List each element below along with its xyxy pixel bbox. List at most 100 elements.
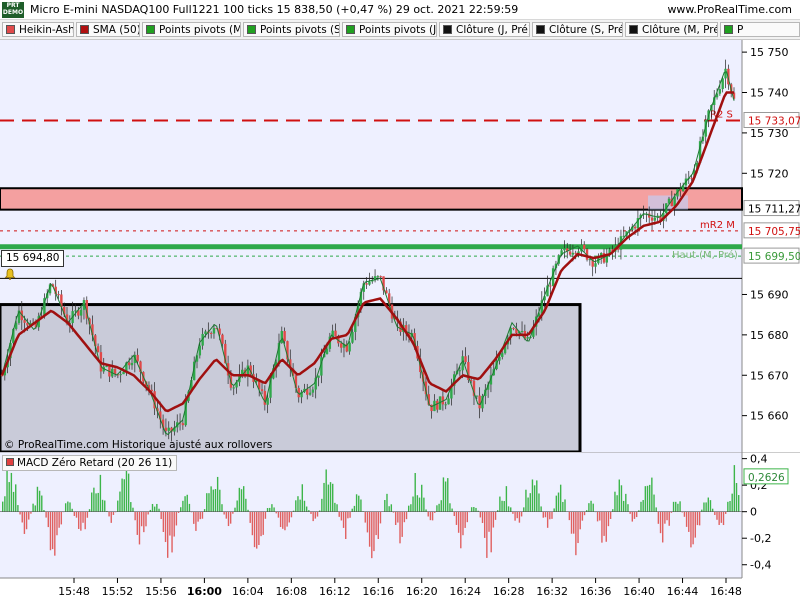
macd-bar [677,503,679,512]
alert-bell-icon[interactable] [4,268,16,280]
macd-bar [475,507,477,512]
macd-bar [119,491,121,512]
candle-body [339,343,343,348]
candle-body [167,427,170,431]
candle-body [520,331,524,333]
candle-body [563,248,566,251]
time-tick-label: 16:32 [536,585,568,598]
macd-bar [262,511,264,535]
macd-bar [394,511,397,525]
macd-bar [151,503,154,512]
macd-bar [284,511,286,531]
time-tick-label: 16:44 [667,585,699,598]
macd-legend[interactable]: MACD Zéro Retard (20 26 11) [2,455,178,471]
macd-bar [540,506,542,512]
legend-close-s[interactable]: Clôture (S, Pré) [532,22,623,37]
macd-bar [266,508,269,512]
macd-bar [620,485,623,512]
macd-bar [125,467,128,512]
macd-bar [646,485,649,512]
macd-bar [583,511,586,516]
p-swatch-icon [724,25,733,34]
macd-bar [618,479,620,512]
macd-bar [492,511,495,528]
macd-bar [34,505,36,512]
pivots-s-swatch-icon [247,25,256,34]
macd-bar [286,511,288,527]
macd-bar [553,508,555,512]
legend-sma[interactable]: SMA (50) [76,22,140,37]
macd-bar [631,511,634,522]
macd-bar [64,503,67,512]
macd-bar [386,493,388,512]
time-tick-label: 16:20 [406,585,438,598]
time-tick-label: 16:04 [232,585,264,598]
macd-bar [414,472,416,512]
macd-bar [379,511,382,524]
macd-bar [138,511,141,545]
legend-pivots-m[interactable]: Points pivots (M) [142,22,241,37]
candle-body [512,327,515,329]
macd-bar [436,505,438,512]
macd-bar [516,511,518,519]
macd-bar [219,489,221,512]
macd-chart[interactable]: 0,40,20-0,2-0,40,2626 15:48 15:52 15:56 16:… [0,452,800,600]
site-link[interactable]: www.ProRealTime.com [667,3,792,16]
macd-bar [622,500,625,512]
candle-body [280,331,283,343]
legend-pivots-j[interactable]: Points pivots (J) [342,22,437,37]
macd-bar [71,508,73,512]
macd-bar [167,511,169,558]
macd-bar [147,511,149,515]
pivots-j-swatch-icon [346,25,355,34]
macd-bar [184,496,186,512]
macd-bar [683,511,686,517]
legend-close-j[interactable]: Clôture (J, Pré) [439,22,530,37]
macd-bar [203,509,206,512]
macd-bar [651,477,653,512]
macd-bar [8,482,10,512]
macd-bar [321,498,323,512]
macd-bar [36,486,39,512]
legend-heikin-ashi[interactable]: Heikin-Ashi [2,22,74,37]
macd-bar [607,511,610,527]
macd-bar [366,511,369,533]
price-tick-label: 15 660 [750,410,789,423]
macd-bar [51,511,54,550]
candle-body [283,331,286,342]
macd-bar [373,511,375,552]
macd-bar [288,511,290,523]
macd-bar [171,511,173,553]
candle-body [136,354,139,362]
price-chart[interactable]: R2 S mR2 M Haut (M, Pré) 15 750 15 740 15 73… [0,40,800,452]
macd-bar [193,511,195,524]
macd-bar [173,511,175,537]
time-tick-label: 15:52 [102,585,134,598]
legend-p[interactable]: P [720,22,800,37]
candle-body [650,217,654,221]
macd-bar [15,484,17,512]
macd-bar [345,511,347,540]
macd-bar [130,502,132,512]
legend-close-m[interactable]: Clôture (M, Pré) [625,22,718,37]
macd-bar [323,482,325,512]
macd-bar [338,511,340,517]
macd-bar [599,511,601,521]
macd-bar [444,481,447,512]
macd-bar [440,500,442,512]
candle-body [164,427,168,431]
candle-body [568,251,572,255]
macd-bar [460,511,462,549]
macd-bar [614,491,616,512]
macd-bar [616,495,618,512]
macd-bar [542,511,545,518]
macd-bar [481,511,484,524]
macd-bar [160,511,162,520]
candle-body [594,263,597,267]
sma-swatch-icon [80,25,89,34]
macd-bar [405,511,408,520]
macd-bar [666,511,668,521]
legend-pivots-s[interactable]: Points pivots (S) [243,22,340,37]
macd-bar [499,496,501,512]
candle-body [365,283,368,285]
